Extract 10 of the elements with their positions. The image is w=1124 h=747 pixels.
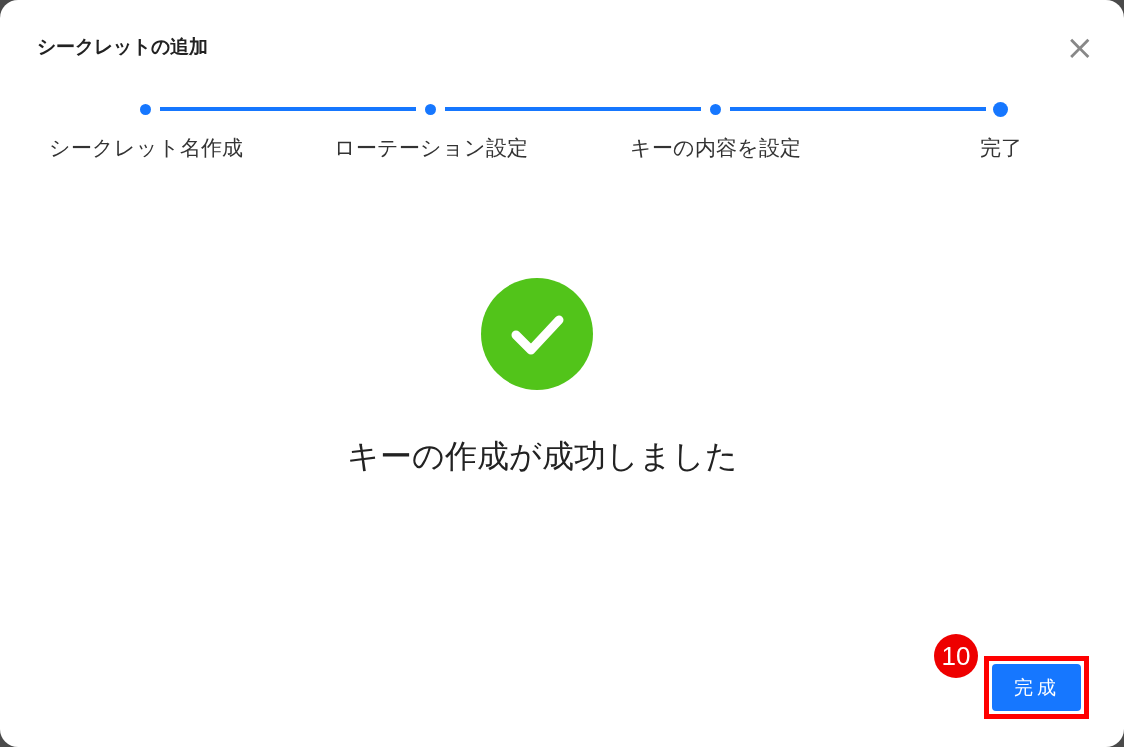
- done-button[interactable]: 完成: [992, 664, 1081, 711]
- step-label: 完了: [978, 135, 1023, 162]
- success-check-icon: [481, 278, 593, 390]
- step-label: ローテーション設定: [332, 135, 529, 162]
- result-message: キーの作成が成功しました: [346, 436, 738, 477]
- step-label: キーの内容を設定: [629, 135, 802, 162]
- close-button[interactable]: ×: [1065, 30, 1094, 64]
- dialog-title: シークレットの追加: [37, 34, 208, 59]
- annotation-badge: 10: [934, 634, 978, 678]
- step-label: シークレット名作成: [47, 135, 244, 162]
